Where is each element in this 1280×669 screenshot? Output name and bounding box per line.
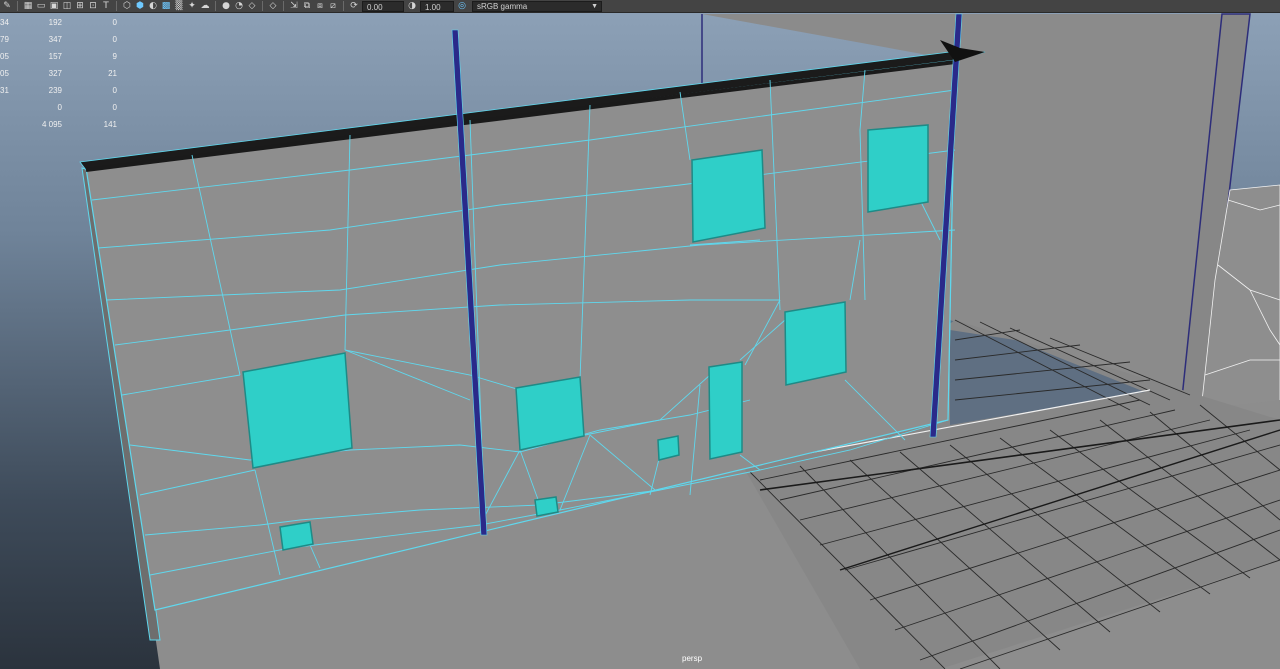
chevron-down-icon: ▼ — [591, 2, 598, 10]
hud-cell: 141 — [103, 120, 117, 129]
hud-row-verts: 34 192 0 — [0, 14, 117, 31]
view-transform-dropdown[interactable]: sRGB gamma ▼ — [472, 0, 602, 12]
exposure-icon[interactable]: ⟳ — [349, 1, 359, 11]
resolution-gate-icon[interactable]: ▣ — [49, 1, 59, 11]
safe-title-icon[interactable]: T — [101, 1, 111, 11]
toolbar-separator — [17, 1, 18, 11]
hud-cell: 0 — [112, 18, 117, 27]
color-management-icon[interactable]: ◎ — [457, 1, 467, 11]
xray-active-icon[interactable]: ⧄ — [328, 1, 338, 11]
hud-cell: 05 — [0, 69, 9, 78]
hud-cell: 0 — [112, 86, 117, 95]
ambient-occlusion-icon[interactable]: ● — [221, 1, 231, 11]
poly-count-hud: 34 192 0 79 347 0 05 157 9 05 327 21 31 … — [0, 14, 117, 133]
hud-row-edges: 79 347 0 — [0, 31, 117, 48]
smooth-shade-icon[interactable]: ⬢ — [135, 1, 145, 11]
shadows-icon[interactable]: ☁ — [200, 1, 210, 11]
selected-face-window-1[interactable] — [242, 352, 353, 469]
maya-3d-viewport[interactable] — [0, 0, 1280, 669]
select-camera-icon[interactable]: ⇲ — [289, 1, 299, 11]
motion-blur-icon[interactable]: ◔ — [234, 1, 244, 11]
hud-cell: 0 — [57, 103, 62, 112]
view-transform-value: sRGB gamma — [477, 1, 528, 11]
selected-face-window-4[interactable] — [867, 124, 929, 213]
antialiasing-icon[interactable]: ◇ — [247, 1, 257, 11]
toolbar-separator — [343, 1, 344, 11]
film-gate-icon[interactable]: ▭ — [36, 1, 46, 11]
selected-face-window-3[interactable] — [691, 149, 766, 243]
viewport-panel-toolbar: ✎ ▦ ▭ ▣ ◫ ⊞ ⊡ T ⬡ ⬢ ◐ ▩ ▒ ✦ ☁ ● ◔ ◇ ◇ ⇲ … — [0, 0, 1280, 13]
lights-icon[interactable]: ✦ — [187, 1, 197, 11]
hud-cell: 347 — [48, 35, 62, 44]
hud-cell: 192 — [48, 18, 62, 27]
safe-action-icon[interactable]: ⊡ — [88, 1, 98, 11]
hud-cell: 34 — [0, 18, 9, 27]
isolate-icon[interactable]: ◇ — [268, 1, 278, 11]
exposure-field[interactable]: 0.00 — [362, 0, 404, 12]
hud-cell: 31 — [0, 86, 9, 95]
toolbar-separator — [283, 1, 284, 11]
selected-face-window-8[interactable] — [534, 496, 559, 517]
backface-icon[interactable]: ⧈ — [315, 1, 325, 11]
hud-row-tris: 05 327 21 — [0, 65, 117, 82]
hud-cell: 21 — [108, 69, 117, 78]
hud-cell: 79 — [0, 35, 9, 44]
hud-row-5: 0 0 — [0, 99, 117, 116]
grid-icon[interactable]: ▦ — [23, 1, 33, 11]
camera-name-label: persp — [682, 654, 703, 663]
hud-row-faces: 05 157 9 — [0, 48, 117, 65]
hud-cell — [0, 116, 8, 133]
selected-face-window-6[interactable] — [708, 361, 743, 460]
hud-cell: 4 095 — [41, 120, 62, 129]
gamma-field[interactable]: 1.00 — [420, 0, 454, 12]
selected-face-window-5[interactable] — [784, 301, 847, 386]
hud-cell: 0 — [112, 103, 117, 112]
default-material-icon[interactable]: ◐ — [148, 1, 158, 11]
scene-svg[interactable] — [0, 0, 1280, 669]
hud-row-6: 4 095 141 — [0, 116, 117, 133]
selected-face-window-7[interactable] — [657, 435, 680, 461]
hud-row-uvs: 31 239 0 — [0, 82, 117, 99]
toolbar-separator — [262, 1, 263, 11]
xray-icon[interactable]: ▒ — [174, 1, 184, 11]
hud-cell: 9 — [112, 52, 117, 61]
gate-mask-icon[interactable]: ◫ — [62, 1, 72, 11]
field-chart-icon[interactable]: ⊞ — [75, 1, 85, 11]
hud-cell — [0, 99, 8, 116]
hud-cell: 0 — [112, 35, 117, 44]
wireframe-icon[interactable]: ⬡ — [122, 1, 132, 11]
hud-cell: 327 — [48, 69, 62, 78]
xray-joints-icon[interactable]: ⧉ — [302, 1, 312, 11]
textured-icon[interactable]: ▩ — [161, 1, 171, 11]
toolbar-separator — [215, 1, 216, 11]
gamma-icon[interactable]: ◑ — [407, 1, 417, 11]
toolbar-separator — [116, 1, 117, 11]
pencil-icon[interactable]: ✎ — [2, 1, 12, 11]
hud-cell: 157 — [48, 52, 62, 61]
hud-cell: 05 — [0, 52, 9, 61]
hud-cell: 239 — [48, 86, 62, 95]
